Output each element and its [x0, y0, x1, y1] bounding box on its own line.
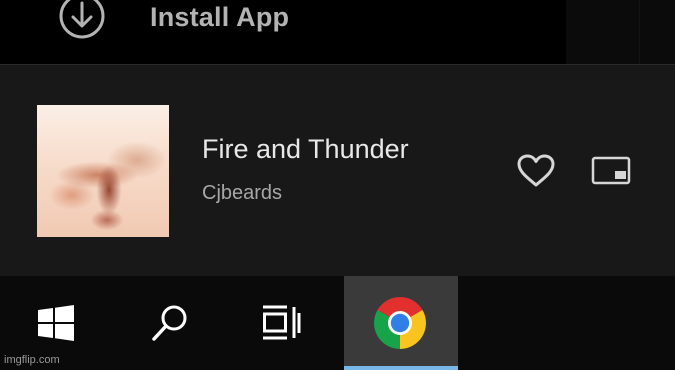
like-button[interactable]	[514, 151, 558, 191]
task-view-button[interactable]	[228, 276, 344, 370]
task-view-icon	[263, 305, 301, 340]
install-app-button[interactable]: Install App	[150, 0, 289, 34]
heart-icon	[517, 154, 555, 187]
now-playing-bar: Fire and Thunder Cjbeards	[0, 65, 675, 276]
install-bar-side-panel	[566, 0, 675, 64]
picture-in-picture-icon	[591, 156, 631, 185]
search-icon	[152, 305, 187, 341]
download-circle-icon[interactable]	[58, 0, 106, 40]
taskbar-chrome-app[interactable]	[344, 276, 458, 370]
install-app-bar: Install App	[0, 0, 675, 64]
miniplayer-button[interactable]	[590, 154, 634, 188]
taskbar-search-button[interactable]	[112, 276, 228, 370]
track-title[interactable]: Fire and Thunder	[202, 132, 409, 166]
chrome-icon	[374, 297, 426, 349]
windows-start-icon	[38, 305, 74, 341]
track-artist[interactable]: Cjbeards	[202, 180, 282, 206]
windows-taskbar	[0, 276, 675, 370]
active-app-indicator	[344, 366, 458, 370]
watermark: imgflip.com	[4, 354, 60, 366]
album-cover-image[interactable]	[37, 105, 169, 237]
